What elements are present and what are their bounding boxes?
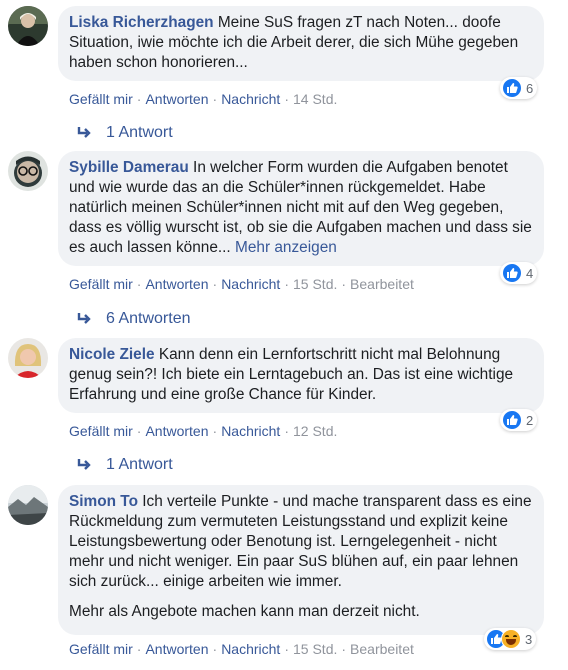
separator: · <box>212 423 218 439</box>
separator: · <box>284 276 289 292</box>
edited-label[interactable]: Bearbeitet <box>350 276 414 292</box>
view-replies-link[interactable]: 1 Antwort <box>76 123 173 143</box>
message-link[interactable]: Nachricht <box>221 641 280 657</box>
view-replies-link[interactable]: 1 Antwort <box>76 455 173 475</box>
separator: · <box>284 423 289 439</box>
separator: · <box>136 276 142 292</box>
separator: · <box>284 641 289 657</box>
reply-arrow-icon <box>77 313 91 324</box>
comment-bubble: Nicole Ziele Kann denn ein Lernfortschri… <box>58 338 544 413</box>
avatar[interactable] <box>8 338 48 378</box>
reply-arrow-icon <box>77 459 91 470</box>
like-reaction-icon <box>502 410 522 430</box>
separator: · <box>212 641 218 657</box>
reaction-summary[interactable]: 4 <box>500 262 538 284</box>
separator: · <box>212 91 218 107</box>
avatar-photo <box>8 485 48 525</box>
avatar[interactable] <box>8 151 48 191</box>
separator: · <box>341 276 347 292</box>
timestamp[interactable]: 14 Std. <box>293 91 337 107</box>
replies-count[interactable]: 1 Antwort <box>106 455 173 475</box>
reaction-count: 3 <box>525 631 533 647</box>
like-reaction-icon <box>502 78 522 98</box>
comment-paragraph: Simon To Ich verteile Punkte - und mache… <box>69 492 532 592</box>
avatar[interactable] <box>8 6 48 46</box>
reply-link[interactable]: Antworten <box>145 641 208 657</box>
comment-actions: Gefällt mir · Antworten · Nachricht · 12 Std. <box>69 422 337 440</box>
like-link[interactable]: Gefällt mir <box>69 641 133 657</box>
timestamp[interactable]: 15 Std. <box>293 641 337 657</box>
comment-text-second-paragraph: Mehr als Angebote machen kann man derzei… <box>69 603 420 620</box>
reply-link[interactable]: Antworten <box>145 423 208 439</box>
reply-link[interactable]: Antworten <box>145 91 208 107</box>
reaction-summary[interactable]: 3 <box>484 628 537 650</box>
replies-count[interactable]: 6 Antworten <box>106 309 191 329</box>
separator: · <box>284 91 289 107</box>
comment-actions: Gefällt mir · Antworten · Nachricht · 15 Std. ·… <box>69 640 414 658</box>
comment-author[interactable]: Liska Richerzhagen <box>69 14 214 31</box>
view-replies-link[interactable]: 6 Antworten <box>76 309 191 329</box>
avatar-photo <box>8 338 48 378</box>
separator: · <box>136 641 142 657</box>
timestamp[interactable]: 15 Std. <box>293 276 337 292</box>
edited-label[interactable]: Bearbeitet <box>350 641 414 657</box>
separator: · <box>136 91 142 107</box>
comment-text: Ich verteile Punkte - und mache transpar… <box>69 493 532 590</box>
like-link[interactable]: Gefällt mir <box>69 276 133 292</box>
comment-author[interactable]: Sybille Damerau <box>69 159 189 176</box>
avatar[interactable] <box>8 485 48 525</box>
comment-actions: Gefällt mir · Antworten · Nachricht · 14 Std. <box>69 90 337 108</box>
like-reaction-icon <box>502 263 522 283</box>
message-link[interactable]: Nachricht <box>221 276 280 292</box>
like-link[interactable]: Gefällt mir <box>69 91 133 107</box>
reply-arrow-icon <box>77 127 91 138</box>
comment-author[interactable]: Simon To <box>69 493 138 510</box>
message-link[interactable]: Nachricht <box>221 91 280 107</box>
reaction-count: 4 <box>526 265 534 281</box>
separator: · <box>341 641 347 657</box>
comment-author[interactable]: Nicole Ziele <box>69 346 155 363</box>
avatar-photo <box>8 151 48 191</box>
see-more-link[interactable]: Mehr anzeigen <box>235 239 337 256</box>
reaction-summary[interactable]: 2 <box>500 409 538 431</box>
reaction-count: 2 <box>526 412 534 428</box>
reply-link[interactable]: Antworten <box>145 276 208 292</box>
reaction-summary[interactable]: 6 <box>500 77 538 99</box>
message-link[interactable]: Nachricht <box>221 423 280 439</box>
timestamp[interactable]: 12 Std. <box>293 423 337 439</box>
haha-reaction-icon <box>501 629 521 649</box>
comment-bubble: Sybille Damerau In welcher Form wurden d… <box>58 151 544 266</box>
separator: · <box>136 423 142 439</box>
avatar-photo <box>8 6 48 46</box>
replies-count[interactable]: 1 Antwort <box>106 123 173 143</box>
like-link[interactable]: Gefällt mir <box>69 423 133 439</box>
reaction-count: 6 <box>526 80 534 96</box>
comment-actions: Gefällt mir · Antworten · Nachricht · 15 Std. ·… <box>69 275 414 293</box>
separator: · <box>212 276 218 292</box>
comment-bubble: Simon To Ich verteile Punkte - und mache… <box>58 485 544 635</box>
comment-bubble: Liska Richerzhagen Meine SuS fragen zT n… <box>58 6 544 81</box>
